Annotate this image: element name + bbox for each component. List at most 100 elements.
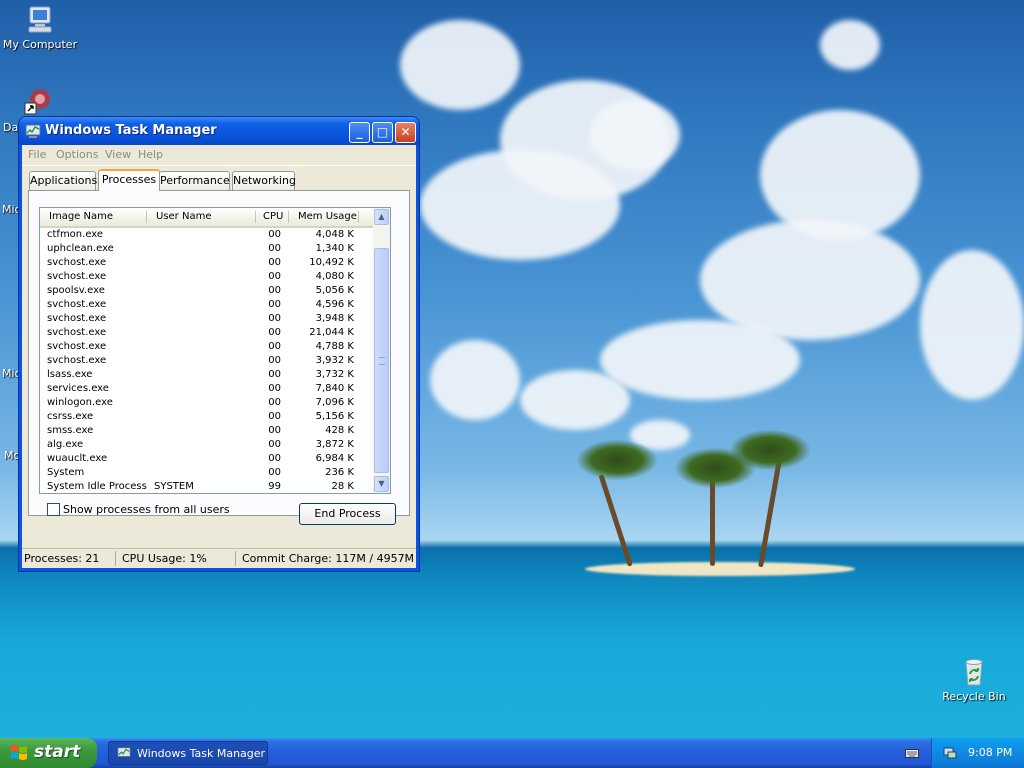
process-row[interactable]: smss.exe 00 428 K [40, 424, 374, 438]
process-row[interactable]: csrss.exe 00 5,156 K [40, 410, 374, 424]
column-image-name[interactable]: Image Name [49, 211, 113, 222]
start-button[interactable]: start [0, 738, 97, 768]
process-image-name: uphclean.exe [47, 243, 114, 254]
desktop-icon-label: Recycle Bin [942, 690, 1006, 703]
taskbar-button-label: Windows Task Manager [137, 747, 266, 760]
desktop-icon-my-computer[interactable]: My Computer [0, 4, 80, 51]
process-row[interactable]: System 00 236 K [40, 466, 374, 480]
desktop-icon-label: My Computer [2, 38, 78, 51]
column-divider[interactable] [255, 211, 256, 223]
status-processes: Processes: 21 [24, 552, 100, 565]
cloud [600, 320, 800, 400]
windows-logo-icon [11, 745, 27, 760]
process-row[interactable]: spoolsv.exe 00 5,056 K [40, 284, 374, 298]
desktop-icon-label-partial[interactable]: Da [3, 121, 18, 134]
cloud [920, 250, 1024, 400]
minimize-button[interactable]: _ [349, 122, 370, 143]
process-image-name: svchost.exe [47, 299, 107, 310]
title-bar[interactable]: Windows Task Manager _ □ ✕ [19, 117, 419, 145]
process-row[interactable]: System Idle Process SYSTEM 99 28 K [40, 480, 374, 493]
scroll-up-button[interactable]: ▲ [374, 209, 389, 225]
process-cpu: 00 [268, 425, 281, 436]
column-divider[interactable] [146, 211, 147, 223]
checkbox-box[interactable] [47, 503, 60, 516]
process-cpu: 00 [268, 467, 281, 478]
process-row[interactable]: wuauclt.exe 00 6,984 K [40, 452, 374, 466]
process-mem-usage: 6,984 K [315, 453, 354, 464]
process-cpu: 99 [268, 481, 281, 492]
status-bar: Processes: 21 CPU Usage: 1% Commit Charg… [22, 548, 416, 568]
process-mem-usage: 3,948 K [315, 313, 354, 324]
scroll-down-button[interactable]: ▼ [374, 476, 389, 492]
keyboard-icon[interactable] [905, 747, 919, 759]
process-mem-usage: 7,840 K [315, 383, 354, 394]
process-image-name: svchost.exe [47, 271, 107, 282]
process-mem-usage: 28 K [331, 481, 354, 492]
process-image-name: svchost.exe [47, 341, 107, 352]
process-cpu: 00 [268, 243, 281, 254]
process-cpu: 00 [268, 453, 281, 464]
network-tray-icon[interactable] [942, 745, 958, 761]
column-divider[interactable] [358, 211, 359, 223]
process-cpu: 00 [268, 313, 281, 324]
desktop-icon-recycle-bin[interactable]: Recycle Bin [934, 656, 1014, 703]
column-divider[interactable] [288, 211, 289, 223]
process-mem-usage: 4,788 K [315, 341, 354, 352]
process-row[interactable]: ctfmon.exe 00 4,048 K [40, 228, 374, 242]
cloud [400, 20, 520, 110]
process-cpu: 00 [268, 327, 281, 338]
tab-processes[interactable]: Processes [98, 169, 160, 191]
process-cpu: 00 [268, 439, 281, 450]
process-image-name: System [47, 467, 85, 478]
process-row[interactable]: svchost.exe 00 4,596 K [40, 298, 374, 312]
process-row[interactable]: svchost.exe 00 10,492 K [40, 256, 374, 270]
cloud [760, 110, 920, 240]
process-list[interactable]: Image Name User Name CPU Mem Usage ctfmo… [39, 207, 391, 494]
palm-trunk [598, 473, 633, 567]
tab-performance[interactable]: Performance [159, 171, 230, 190]
maximize-button[interactable]: □ [372, 122, 393, 143]
process-user-name: SYSTEM [154, 481, 194, 492]
menu-help[interactable]: Help [138, 148, 163, 161]
process-row[interactable]: uphclean.exe 00 1,340 K [40, 242, 374, 256]
shortcut-icon[interactable] [24, 86, 54, 116]
process-mem-usage: 236 K [325, 467, 354, 478]
process-row[interactable]: services.exe 00 7,840 K [40, 382, 374, 396]
tab-applications[interactable]: Applications [29, 171, 97, 190]
process-image-name: csrss.exe [47, 411, 94, 422]
menu-options[interactable]: Options [56, 148, 98, 161]
process-mem-usage: 5,056 K [315, 285, 354, 296]
cloud [520, 370, 630, 430]
vertical-scrollbar[interactable]: ▲ ▼ [373, 208, 390, 493]
end-process-button[interactable]: End Process [299, 503, 396, 525]
process-row[interactable]: svchost.exe 00 4,080 K [40, 270, 374, 284]
menu-file[interactable]: File [28, 148, 46, 161]
process-cpu: 00 [268, 341, 281, 352]
tab-networking[interactable]: Networking [232, 171, 296, 190]
scrollbar-thumb[interactable] [374, 248, 389, 473]
process-row[interactable]: lsass.exe 00 3,732 K [40, 368, 374, 382]
process-row[interactable]: winlogon.exe 00 7,096 K [40, 396, 374, 410]
close-button[interactable]: ✕ [395, 122, 416, 143]
process-row[interactable]: svchost.exe 00 3,948 K [40, 312, 374, 326]
process-cpu: 00 [268, 299, 281, 310]
taskbar-button-task-manager[interactable]: Windows Task Manager [108, 741, 268, 765]
column-cpu[interactable]: CPU [263, 211, 283, 222]
process-cpu: 00 [268, 285, 281, 296]
process-mem-usage: 7,096 K [315, 397, 354, 408]
clock[interactable]: 9:08 PM [968, 746, 1012, 759]
column-user-name[interactable]: User Name [156, 211, 211, 222]
process-row[interactable]: alg.exe 00 3,872 K [40, 438, 374, 452]
show-all-processes-label[interactable]: Show processes from all users [63, 503, 230, 516]
process-row[interactable]: svchost.exe 00 21,044 K [40, 326, 374, 340]
task-manager-window[interactable]: Windows Task Manager _ □ ✕ File Options … [18, 116, 420, 572]
scrollbar-grip [379, 357, 385, 365]
menu-view[interactable]: View [105, 148, 131, 161]
process-mem-usage: 21,044 K [309, 327, 354, 338]
column-mem-usage[interactable]: Mem Usage [298, 211, 357, 222]
process-row[interactable]: svchost.exe 00 4,788 K [40, 340, 374, 354]
start-label: start [34, 742, 81, 762]
process-list-header: Image Name User Name CPU Mem Usage [40, 208, 374, 228]
process-row[interactable]: svchost.exe 00 3,932 K [40, 354, 374, 368]
status-divider [115, 551, 116, 566]
